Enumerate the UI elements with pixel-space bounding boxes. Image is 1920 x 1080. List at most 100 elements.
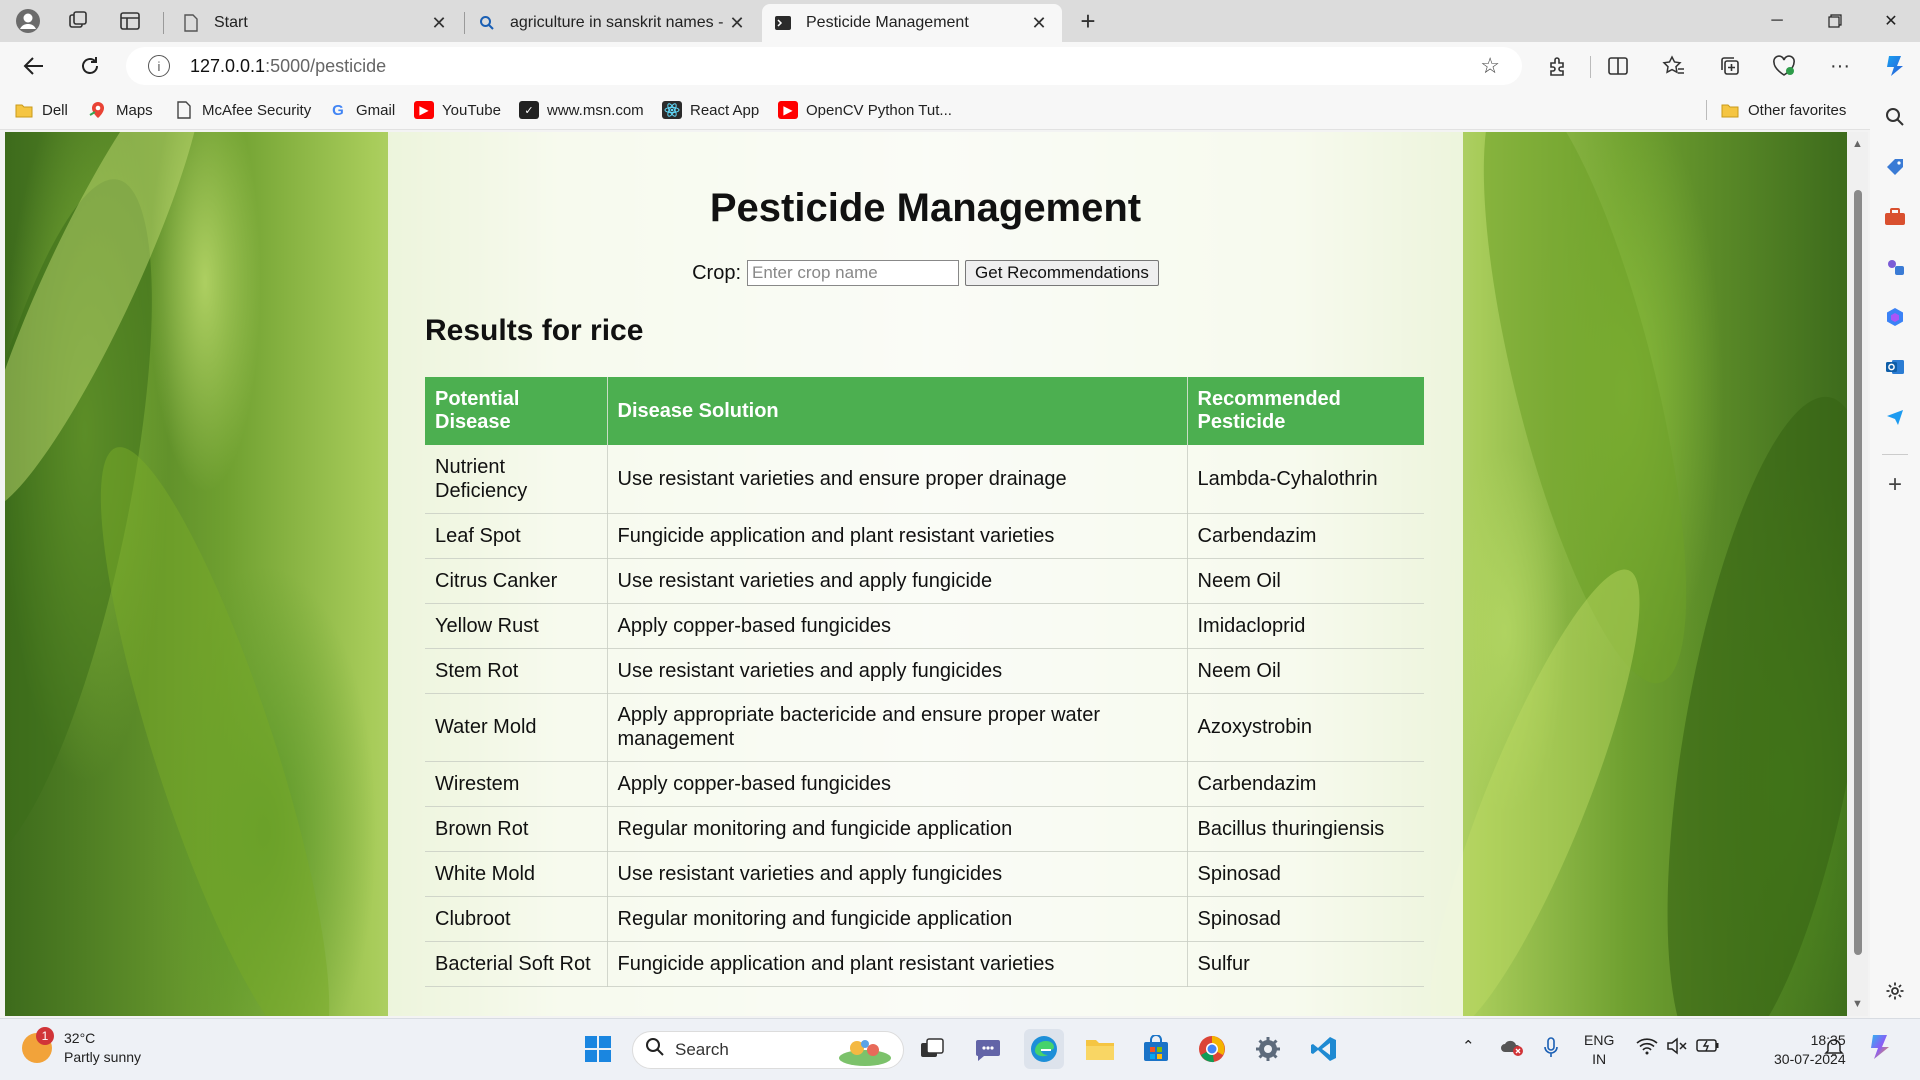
bookmark-label: Maps	[116, 101, 153, 119]
get-recommendations-button[interactable]: Get Recommendations	[965, 260, 1159, 286]
edge-browser-icon[interactable]	[1024, 1029, 1064, 1069]
new-tab-button[interactable]: +	[1068, 6, 1108, 36]
disease-cell: Yellow Rust	[425, 603, 608, 649]
file-explorer-icon[interactable]	[1080, 1029, 1120, 1069]
table-row: Citrus Canker Use resistant varieties an…	[425, 558, 1424, 604]
onedrive-error-icon[interactable]	[1500, 1037, 1524, 1057]
bookmark-label: YouTube	[442, 101, 501, 119]
microsoft-store-icon[interactable]	[1136, 1029, 1176, 1069]
disease-cell: Nutrient Deficiency	[425, 445, 608, 514]
workspaces-icon[interactable]	[58, 7, 98, 35]
bookmark-label: OpenCV Python Tut...	[806, 101, 952, 119]
bookmark-dell[interactable]: Dell	[14, 98, 68, 122]
wifi-icon[interactable]	[1636, 1037, 1658, 1055]
page-icon	[174, 101, 194, 119]
favorites-icon[interactable]	[1658, 52, 1690, 80]
collections-icon[interactable]	[1714, 52, 1746, 80]
table-row: Yellow Rust Apply copper-based fungicide…	[425, 603, 1424, 649]
browser-toolbar: i 127.0.0.1:5000/pesticide ☆ ···	[0, 42, 1920, 90]
disease-cell: White Mold	[425, 851, 608, 897]
page-icon	[182, 14, 200, 32]
bookmark-youtube[interactable]: ▶ YouTube	[414, 98, 501, 122]
shopping-tag-icon[interactable]	[1880, 152, 1910, 182]
scrollbar-thumb[interactable]	[1854, 190, 1862, 955]
solution-cell: Use resistant varieties and apply fungic…	[607, 648, 1188, 694]
tab-start[interactable]: Start ✕	[170, 4, 462, 42]
task-view-icon[interactable]	[912, 1029, 952, 1069]
settings-app-icon[interactable]	[1248, 1029, 1288, 1069]
speaker-muted-icon[interactable]	[1666, 1037, 1688, 1055]
more-menu-icon[interactable]: ···	[1824, 52, 1856, 80]
search-icon[interactable]	[1880, 102, 1910, 132]
copilot-icon[interactable]	[1878, 52, 1910, 80]
notifications-bell-icon[interactable]	[1824, 1037, 1844, 1057]
close-tab-icon[interactable]: ✕	[1028, 13, 1050, 34]
browser-essentials-icon[interactable]	[1768, 52, 1800, 80]
taskbar-search[interactable]: Search	[632, 1031, 904, 1069]
address-bar[interactable]: i 127.0.0.1:5000/pesticide ☆	[126, 47, 1522, 85]
extensions-icon[interactable]	[1542, 52, 1574, 80]
start-button-icon[interactable]	[578, 1029, 618, 1069]
pesticide-cell: Spinosad	[1187, 896, 1424, 942]
tab-search[interactable]: agriculture in sanskrit names - Se ✕	[466, 4, 760, 42]
bookmark-gmail[interactable]: G Gmail	[328, 98, 395, 122]
tools-briefcase-icon[interactable]	[1880, 202, 1910, 232]
table-row: Stem Rot Use resistant varieties and app…	[425, 648, 1424, 694]
pesticide-cell: Azoxystrobin	[1187, 693, 1424, 762]
battery-charging-icon[interactable]	[1696, 1037, 1720, 1053]
refresh-button[interactable]	[72, 50, 108, 82]
scroll-up-arrow-icon[interactable]: ▲	[1852, 138, 1863, 150]
close-tab-icon[interactable]: ✕	[726, 13, 748, 34]
bookmark-other-favorites[interactable]: Other favorites	[1720, 98, 1846, 122]
bookmark-opencv[interactable]: ▶ OpenCV Python Tut...	[778, 98, 952, 122]
bookmark-label: Other favorites	[1748, 101, 1847, 119]
youtube-icon: ▶	[778, 101, 798, 119]
vscode-icon[interactable]	[1304, 1029, 1344, 1069]
tab-pesticide-management[interactable]: Pesticide Management ✕	[762, 4, 1062, 42]
show-hidden-icons-chevron-icon[interactable]: ⌃	[1462, 1037, 1475, 1055]
chrome-icon[interactable]	[1192, 1029, 1232, 1069]
microphone-icon[interactable]	[1544, 1037, 1558, 1059]
weather-widget[interactable]: 1 32°C Partly sunny	[22, 1027, 141, 1067]
close-window-button[interactable]: ✕	[1862, 0, 1920, 42]
close-tab-icon[interactable]: ✕	[428, 13, 450, 34]
restore-button[interactable]	[1806, 0, 1864, 42]
edge-sidebar: +	[1870, 90, 1920, 1018]
profile-icon[interactable]	[8, 7, 48, 35]
bookmark-label: McAfee Security	[202, 101, 312, 119]
pesticide-cell: Lambda-Cyhalothrin	[1187, 445, 1424, 514]
games-icon[interactable]	[1880, 252, 1910, 282]
solution-cell: Regular monitoring and fungicide applica…	[607, 896, 1188, 942]
bookmark-mcafee[interactable]: McAfee Security	[174, 98, 311, 122]
page-scrollbar[interactable]: ▲ ▼	[1847, 132, 1868, 1016]
teams-chat-icon[interactable]	[968, 1029, 1008, 1069]
crop-label: Crop:	[692, 261, 742, 284]
pesticide-cell: Carbendazim	[1187, 761, 1424, 807]
scroll-down-arrow-icon[interactable]: ▼	[1852, 998, 1863, 1010]
folder-icon	[1720, 101, 1740, 119]
input-language-indicator[interactable]: ENG IN	[1584, 1031, 1614, 1069]
send-icon[interactable]	[1880, 402, 1910, 432]
disease-cell: Wirestem	[425, 761, 608, 807]
back-button[interactable]	[16, 50, 52, 82]
bookmark-msn[interactable]: ✓ www.msn.com	[519, 98, 644, 122]
solution-cell: Fungicide application and plant resistan…	[607, 941, 1188, 987]
bookmark-label: Gmail	[356, 101, 396, 119]
tab-actions-icon[interactable]	[110, 7, 150, 35]
add-sidebar-app-icon[interactable]: +	[1880, 470, 1910, 500]
favorite-star-icon[interactable]: ☆	[1480, 53, 1500, 79]
crop-input[interactable]	[747, 260, 960, 286]
bookmark-maps[interactable]: Maps	[88, 98, 153, 122]
site-info-icon[interactable]: i	[148, 55, 170, 77]
solution-cell: Fungicide application and plant resistan…	[607, 513, 1188, 559]
bookmark-react-app[interactable]: React App	[662, 98, 759, 122]
bookmark-label: Dell	[42, 101, 68, 119]
minimize-button[interactable]: ─	[1748, 0, 1806, 42]
recommendations-table: Potential Disease Disease Solution Recom…	[425, 377, 1424, 987]
outlook-icon[interactable]	[1880, 352, 1910, 382]
copilot-taskbar-icon[interactable]	[1864, 1031, 1896, 1063]
search-highlight-icon	[837, 1036, 893, 1071]
microsoft-365-icon[interactable]	[1880, 302, 1910, 332]
split-screen-icon[interactable]	[1602, 52, 1634, 80]
settings-gear-icon[interactable]	[1880, 976, 1910, 1006]
